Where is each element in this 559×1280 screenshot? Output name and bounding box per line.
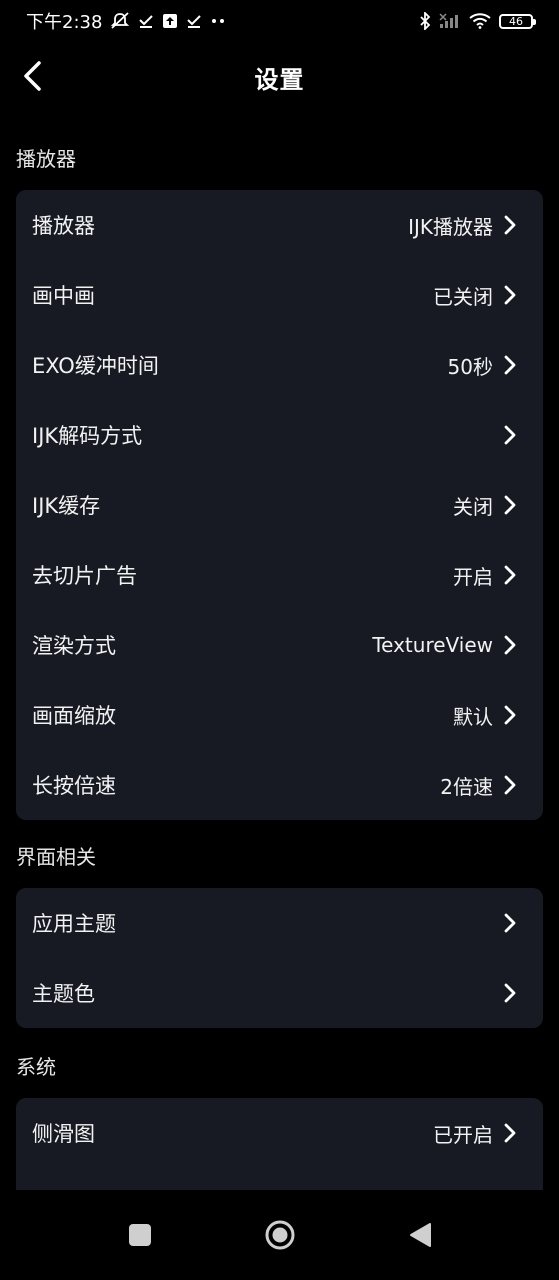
settings-row-right: 关闭 — [453, 491, 517, 520]
settings-row[interactable]: 画中画 已关闭 — [16, 260, 543, 330]
settings-row-label: 长按倍速 — [32, 774, 116, 798]
settings-row-right: IJK播放器 — [408, 211, 517, 240]
settings-row[interactable]: EXO缓冲时间 50秒 — [16, 330, 543, 400]
settings-row-label: 主题色 — [32, 982, 95, 1006]
settings-row[interactable]: 长按倍速 2倍速 — [16, 750, 543, 820]
settings-row-label: IJK缓存 — [32, 494, 101, 518]
settings-row[interactable]: IJK缓存 关闭 — [16, 470, 543, 540]
settings-row-right: 默认 — [453, 701, 517, 730]
chevron-right-icon — [504, 215, 516, 235]
settings-row-value: 已关闭 — [433, 284, 493, 309]
status-time: 下午2:38 — [26, 12, 103, 33]
settings-row-right: 已关闭 — [433, 281, 517, 310]
home-button[interactable] — [255, 1210, 305, 1260]
battery-level: 46 — [509, 14, 523, 28]
wifi-icon — [469, 13, 491, 29]
settings-card-system: 侧滑图 已开启 — [16, 1098, 543, 1192]
section-title-player: 播放器 — [16, 147, 76, 171]
settings-row[interactable]: 主题色 — [16, 958, 543, 1028]
download-done-icon — [186, 13, 202, 29]
chevron-right-icon — [504, 983, 516, 1003]
settings-row-value: 开启 — [453, 564, 493, 589]
settings-row-right: 50秒 — [448, 351, 517, 380]
settings-row-label: 侧滑图 — [32, 1122, 95, 1146]
chevron-left-icon — [24, 61, 41, 91]
app-header: 设置 — [0, 42, 559, 112]
settings-row-value: 关闭 — [453, 494, 493, 519]
settings-row-label: 渲染方式 — [32, 634, 116, 658]
triangle-back-icon — [409, 1223, 431, 1247]
settings-row-right: 已开启 — [433, 1119, 517, 1148]
battery-icon: 46 — [499, 13, 536, 29]
bluetooth-icon — [419, 12, 431, 30]
settings-row[interactable]: 去切片广告 开启 — [16, 540, 543, 610]
settings-row-right: TextureView — [372, 633, 517, 657]
settings-row-label: 应用主题 — [32, 912, 116, 936]
status-bar: 下午2:38 46 — [0, 0, 559, 42]
settings-row-right: 开启 — [453, 561, 517, 590]
chevron-right-icon — [504, 635, 516, 655]
signal-icon — [439, 13, 461, 29]
settings-row[interactable]: 画面缩放 默认 — [16, 680, 543, 750]
settings-row-label: IJK解码方式 — [32, 424, 143, 448]
settings-row-right — [493, 983, 517, 1003]
page-title: 设置 — [254, 65, 305, 94]
section-title-ui: 界面相关 — [16, 845, 96, 869]
settings-card-player: 播放器 IJK播放器画中画 已关闭 EXO缓冲时间 50秒 IJK解码方式 IJK缓存 关闭去… — [16, 190, 543, 820]
chevron-right-icon — [504, 775, 516, 795]
settings-row-value: 2倍速 — [440, 774, 493, 799]
status-bar-right: 46 — [419, 12, 536, 30]
nav-back-button[interactable] — [395, 1210, 445, 1260]
settings-row[interactable]: IJK解码方式 — [16, 400, 543, 470]
settings-row-value: 50秒 — [447, 354, 493, 379]
settings-row[interactable]: 应用主题 — [16, 888, 543, 958]
settings-row-right: 2倍速 — [440, 771, 517, 800]
settings-card-ui: 应用主题 主题色 — [16, 888, 543, 1028]
navigation-bar — [0, 1190, 559, 1280]
settings-row-value: 默认 — [453, 704, 493, 729]
home-circle-icon — [265, 1220, 294, 1250]
settings-row-label: 画中画 — [32, 284, 95, 308]
settings-row-value: 已开启 — [433, 1122, 493, 1147]
settings-row-label: 去切片广告 — [32, 564, 137, 588]
settings-row-label: 画面缩放 — [32, 704, 116, 728]
chevron-right-icon — [504, 355, 516, 375]
chevron-right-icon — [504, 913, 516, 933]
square-icon — [128, 1224, 151, 1246]
settings-row-value: IJK播放器 — [408, 214, 493, 239]
settings-row-right — [493, 913, 517, 933]
chevron-right-icon — [504, 705, 516, 725]
settings-row-label: EXO缓冲时间 — [32, 354, 159, 378]
chevron-right-icon — [504, 1123, 516, 1143]
chevron-right-icon — [504, 285, 516, 305]
settings-row-value: TextureView — [372, 633, 493, 657]
settings-row-label: 播放器 — [32, 214, 95, 238]
chevron-right-icon — [504, 425, 516, 445]
settings-row[interactable]: 侧滑图 已开启 — [16, 1098, 543, 1168]
back-button[interactable] — [8, 52, 56, 100]
recent-apps-button[interactable] — [115, 1210, 165, 1260]
upload-icon — [162, 13, 178, 29]
settings-row-right — [493, 425, 517, 445]
chevron-right-icon — [504, 495, 516, 515]
settings-row[interactable]: 渲染方式 TextureView — [16, 610, 543, 680]
section-title-system: 系统 — [16, 1055, 56, 1079]
settings-row[interactable]: 播放器 IJK播放器 — [16, 190, 543, 260]
download-done-icon — [138, 13, 154, 29]
mute-bell-icon — [110, 12, 130, 30]
status-bar-left: 下午2:38 — [26, 8, 226, 34]
chevron-right-icon — [504, 565, 516, 585]
more-dots-icon — [210, 17, 226, 25]
